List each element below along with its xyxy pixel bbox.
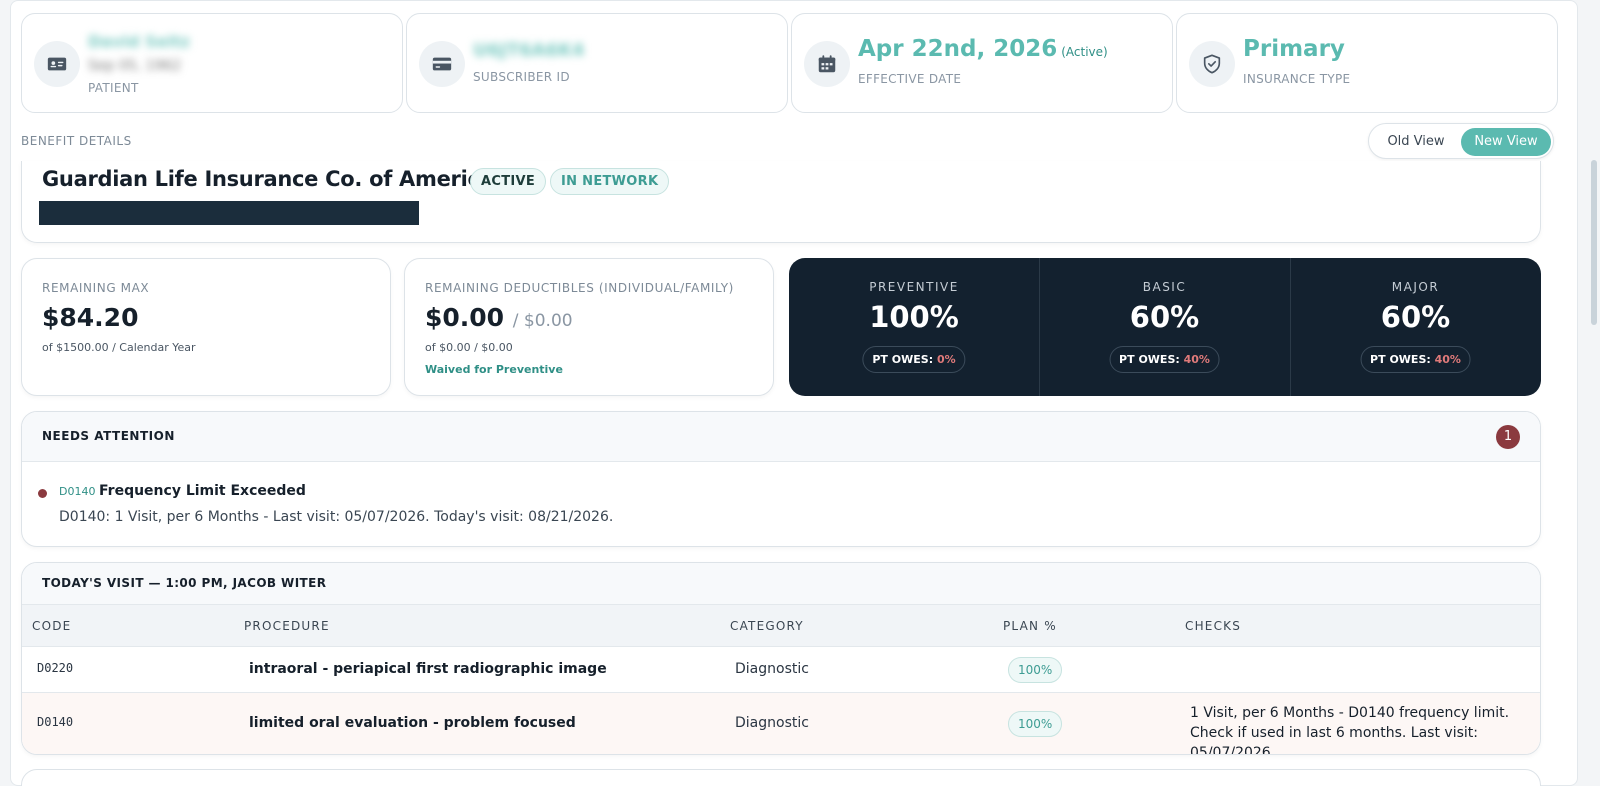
deductibles-label: REMAINING DEDUCTIBLES (INDIVIDUAL/FAMILY… (425, 281, 734, 295)
col-checks[interactable]: CHECKS (1185, 619, 1241, 633)
coverage-major: MAJOR 60% PT OWES: 40% (1290, 258, 1540, 396)
calendar-icon (804, 41, 850, 87)
pt-owes-label: PT OWES: (1119, 353, 1180, 366)
network-badge: IN NETWORK (550, 168, 670, 195)
patient-dob: Sep 05, 1962 (88, 58, 182, 74)
remaining-max-card: REMAINING MAX $84.20 of $1500.00 / Calen… (21, 258, 391, 396)
pt-owes-badge: PT OWES: 40% (1360, 346, 1471, 373)
deductible-individual: $0.00 (425, 303, 505, 332)
coverage-pct: 100% (869, 300, 959, 334)
attention-code: D0140 (59, 485, 96, 498)
redacted-block (39, 201, 419, 225)
benefit-details-title: BENEFIT DETAILS (21, 134, 132, 148)
pt-owes-value: 40% (1434, 353, 1461, 366)
pt-owes-label: PT OWES: (1370, 353, 1431, 366)
col-plan-pct[interactable]: PLAN % (1003, 619, 1057, 633)
patient-label: PATIENT (88, 81, 139, 95)
id-card-icon (34, 41, 80, 87)
cell-plan-badge: 100% (1008, 657, 1063, 683)
col-category[interactable]: CATEGORY (730, 619, 804, 633)
deductibles-value: $0.00 / $0.00 (425, 303, 573, 332)
shield-check-icon (1189, 41, 1235, 87)
coverage-pct: 60% (1129, 300, 1200, 334)
visit-header: TODAY'S VISIT — 1:00 PM, JACOB WITER (22, 563, 1540, 605)
carrier-name: Guardian Life Insurance Co. of America (42, 167, 494, 191)
deductibles-note: Waived for Preventive (425, 363, 563, 376)
pt-owes-badge: PT OWES: 40% (1109, 346, 1220, 373)
table-header: CODE PROCEDURE CATEGORY PLAN % CHECKS (22, 605, 1540, 647)
coverage-label: PREVENTIVE (869, 280, 959, 294)
insurance-type: Primary (1243, 36, 1345, 62)
alert-dot-icon (38, 489, 47, 498)
view-toggle: Old View New View (1368, 123, 1554, 159)
needs-attention-header[interactable]: NEEDS ATTENTION 1 (22, 412, 1540, 462)
coverage-panel: PREVENTIVE 100% PT OWES: 0% BASIC 60% PT… (789, 258, 1541, 396)
effective-date: Apr 22nd, 2026 (Active) (858, 36, 1108, 62)
effective-status: (Active) (1061, 45, 1108, 59)
table-row[interactable]: D0140 limited oral evaluation - problem … (22, 693, 1540, 755)
benefits-page: David Seitz Sep 05, 1962 PATIENT U6JT6A6… (10, 0, 1578, 786)
deductible-family: / $0.00 (512, 311, 573, 331)
subscriber-id: U6JT6A6K4 (473, 40, 585, 61)
coverage-basic: BASIC 60% PT OWES: 40% (1039, 258, 1289, 396)
pt-owes-badge: PT OWES: 0% (862, 346, 966, 373)
attention-message: Frequency Limit Exceeded (99, 483, 306, 499)
patient-card: David Seitz Sep 05, 1962 PATIENT (21, 13, 403, 113)
deductibles-card: REMAINING DEDUCTIBLES (INDIVIDUAL/FAMILY… (404, 258, 774, 396)
coverage-label: MAJOR (1391, 280, 1440, 294)
cell-code: D0220 (37, 661, 74, 675)
credit-card-icon (419, 41, 465, 87)
coverage-pct: 60% (1380, 300, 1451, 334)
effective-date-card: Apr 22nd, 2026 (Active) EFFECTIVE DATE (791, 13, 1173, 113)
needs-attention-title: NEEDS ATTENTION (42, 429, 175, 443)
cell-procedure: limited oral evaluation - problem focuse… (249, 715, 576, 731)
scrollbar[interactable] (1591, 160, 1597, 325)
attention-detail: D0140: 1 Visit, per 6 Months - Last visi… (59, 509, 614, 525)
insurance-type-label: INSURANCE TYPE (1243, 72, 1351, 86)
effective-date-label: EFFECTIVE DATE (858, 72, 962, 86)
insurance-type-card: Primary INSURANCE TYPE (1176, 13, 1558, 113)
pt-owes-value: 40% (1183, 353, 1210, 366)
patient-name: David Seitz (88, 32, 190, 51)
col-procedure[interactable]: PROCEDURE (244, 619, 330, 633)
cell-procedure: intraoral - periapical first radiographi… (249, 661, 607, 677)
cell-plan-badge: 100% (1008, 711, 1063, 737)
cell-category: Diagnostic (735, 715, 809, 731)
remaining-max-value: $84.20 (42, 303, 139, 332)
pt-owes-value: 0% (936, 353, 956, 366)
subscriber-card: U6JT6A6K4 SUBSCRIBER ID (406, 13, 788, 113)
remaining-max-detail: of $1500.00 / Calendar Year (42, 341, 196, 354)
table-row[interactable]: D0220 intraoral - periapical first radio… (22, 647, 1540, 693)
cell-code: D0140 (37, 715, 74, 729)
next-section-card (21, 769, 1541, 786)
new-view-button[interactable]: New View (1461, 128, 1551, 156)
old-view-button[interactable]: Old View (1375, 128, 1457, 156)
attention-count-badge: 1 (1496, 425, 1520, 449)
effective-date-value: Apr 22nd, 2026 (858, 36, 1058, 62)
remaining-max-label: REMAINING MAX (42, 281, 150, 295)
subscriber-label: SUBSCRIBER ID (473, 70, 570, 84)
cell-checks: 1 Visit, per 6 Months - D0140 frequency … (1190, 705, 1510, 755)
cell-category: Diagnostic (735, 661, 809, 677)
coverage-label: BASIC (1142, 280, 1187, 294)
plan-card: Guardian Life Insurance Co. of America A… (21, 161, 1541, 243)
coverage-preventive: PREVENTIVE 100% PT OWES: 0% (789, 258, 1039, 396)
visit-title: TODAY'S VISIT — 1:00 PM, JACOB WITER (42, 576, 327, 590)
col-code[interactable]: CODE (32, 619, 71, 633)
needs-attention-card: NEEDS ATTENTION 1 D0140 Frequency Limit … (21, 411, 1541, 547)
todays-visit-card: TODAY'S VISIT — 1:00 PM, JACOB WITER COD… (21, 562, 1541, 755)
pt-owes-label: PT OWES: (872, 353, 934, 366)
deductibles-detail: of $0.00 / $0.00 (425, 341, 513, 354)
active-badge: ACTIVE (470, 168, 547, 195)
